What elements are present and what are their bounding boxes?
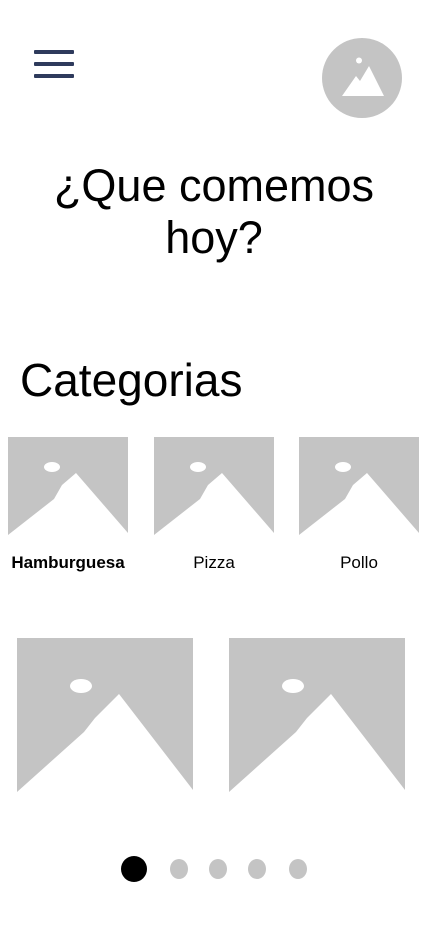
pagination-dot-2[interactable] (170, 859, 188, 879)
avatar[interactable] (322, 38, 402, 118)
pagination-dot-3[interactable] (209, 859, 227, 879)
menu-bar (34, 62, 74, 66)
image-placeholder-icon (17, 638, 193, 792)
category-label: Hamburguesa (11, 553, 125, 572)
image-placeholder-icon (342, 57, 384, 96)
menu-bar (34, 50, 74, 54)
category-card-pollo[interactable]: Pollo (299, 437, 419, 577)
menu-bar (34, 74, 74, 78)
menu-button[interactable] (30, 48, 78, 84)
image-placeholder-icon (229, 638, 405, 792)
pagination (0, 856, 428, 884)
image-placeholder-icon (299, 437, 419, 535)
featured-card[interactable] (229, 638, 405, 792)
category-label: Pollo (340, 553, 378, 572)
category-label: Pizza (193, 553, 235, 572)
pagination-dot-4[interactable] (248, 859, 266, 879)
category-card-hamburguesa[interactable]: Hamburguesa (8, 437, 128, 577)
category-card-pizza[interactable]: Pizza (154, 437, 274, 577)
pagination-dot-1[interactable] (121, 856, 147, 882)
featured-card[interactable] (17, 638, 193, 792)
image-placeholder-icon (154, 437, 274, 535)
section-title: Categorias (20, 354, 243, 406)
pagination-dot-5[interactable] (289, 859, 307, 879)
page-title: ¿Que comemos hoy? (53, 160, 375, 263)
image-placeholder-icon (8, 437, 128, 535)
